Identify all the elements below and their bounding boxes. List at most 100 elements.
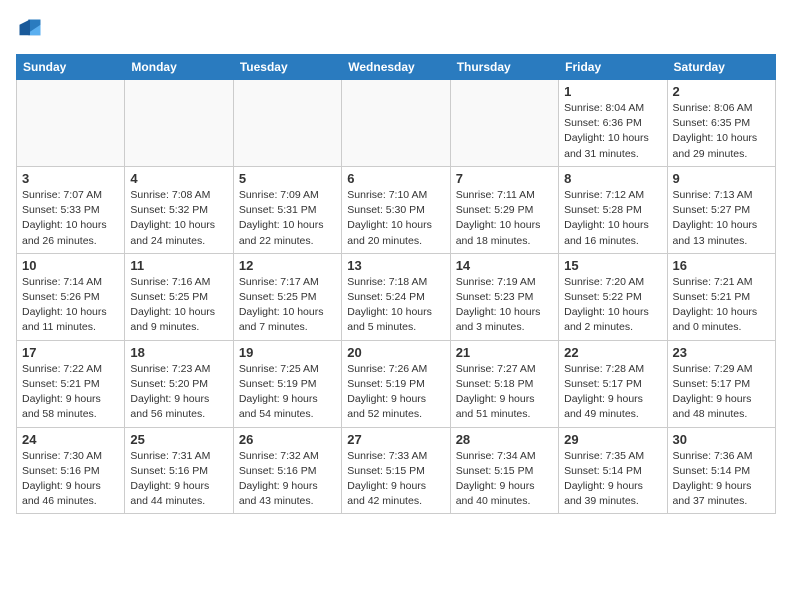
calendar-header: SundayMondayTuesdayWednesdayThursdayFrid… [17,55,776,80]
week-row-5: 24 Sunrise: 7:30 AMSunset: 5:16 PMDayligh… [17,427,776,514]
calendar-cell: 5 Sunrise: 7:09 AMSunset: 5:31 PMDaylight… [233,166,341,253]
day-number: 15 [564,258,661,273]
day-number: 13 [347,258,444,273]
calendar-cell: 25 Sunrise: 7:31 AMSunset: 5:16 PMDayligh… [125,427,233,514]
day-info: Sunrise: 7:12 AMSunset: 5:28 PMDaylight:… [564,188,661,249]
day-number: 28 [456,432,553,447]
calendar-cell: 28Sunrise: 7:34 AMSunset: 5:15 PMDayligh… [450,427,558,514]
day-number: 12 [239,258,336,273]
day-number: 2 [673,84,770,99]
day-number: 19 [239,345,336,360]
logo [16,16,48,44]
calendar-cell: 29 Sunrise: 7:35 AMSunset: 5:14 PMDayligh… [559,427,667,514]
day-number: 24 [22,432,119,447]
day-info: Sunrise: 7:21 AMSunset: 5:21 PMDaylight:… [673,275,770,336]
day-info: Sunrise: 7:31 AMSunset: 5:16 PMDaylight:… [130,449,227,510]
day-info: Sunrise: 7:14 AMSunset: 5:26 PMDaylight:… [22,275,119,336]
day-info: Sunrise: 7:08 AMSunset: 5:32 PMDaylight:… [130,188,227,249]
day-info: Sunrise: 7:19 AMSunset: 5:23 PMDaylight:… [456,275,553,336]
calendar-cell: 8 Sunrise: 7:12 AMSunset: 5:28 PMDaylight… [559,166,667,253]
day-info: Sunrise: 7:11 AMSunset: 5:29 PMDaylight:… [456,188,553,249]
day-info: Sunrise: 7:33 AMSunset: 5:15 PMDaylight:… [347,449,444,510]
day-info: Sunrise: 7:28 AMSunset: 5:17 PMDaylight:… [564,362,661,423]
day-info: Sunrise: 7:22 AMSunset: 5:21 PMDaylight:… [22,362,119,423]
day-header-wednesday: Wednesday [342,55,450,80]
day-number: 25 [130,432,227,447]
day-header-friday: Friday [559,55,667,80]
day-info: Sunrise: 7:23 AMSunset: 5:20 PMDaylight:… [130,362,227,423]
calendar-cell: 19 Sunrise: 7:25 AMSunset: 5:19 PMDayligh… [233,340,341,427]
calendar-cell: 16 Sunrise: 7:21 AMSunset: 5:21 PMDayligh… [667,253,775,340]
day-header-sunday: Sunday [17,55,125,80]
calendar-table: SundayMondayTuesdayWednesdayThursdayFrid… [16,54,776,514]
day-header-saturday: Saturday [667,55,775,80]
calendar-cell: 18 Sunrise: 7:23 AMSunset: 5:20 PMDayligh… [125,340,233,427]
calendar-cell [17,80,125,167]
day-number: 16 [673,258,770,273]
day-number: 29 [564,432,661,447]
day-info: Sunrise: 7:29 AMSunset: 5:17 PMDaylight:… [673,362,770,423]
calendar-cell: 15 Sunrise: 7:20 AMSunset: 5:22 PMDayligh… [559,253,667,340]
calendar-cell [233,80,341,167]
day-info: Sunrise: 7:25 AMSunset: 5:19 PMDaylight:… [239,362,336,423]
calendar-cell: 30 Sunrise: 7:36 AMSunset: 5:14 PMDayligh… [667,427,775,514]
day-info: Sunrise: 7:10 AMSunset: 5:30 PMDaylight:… [347,188,444,249]
calendar-cell [125,80,233,167]
calendar-cell: 23Sunrise: 7:29 AMSunset: 5:17 PMDayligh… [667,340,775,427]
day-info: Sunrise: 7:26 AMSunset: 5:19 PMDaylight:… [347,362,444,423]
calendar-cell: 11 Sunrise: 7:16 AMSunset: 5:25 PMDayligh… [125,253,233,340]
calendar-cell: 6 Sunrise: 7:10 AMSunset: 5:30 PMDaylight… [342,166,450,253]
day-number: 27 [347,432,444,447]
page-header [16,16,776,44]
calendar-cell: 20 Sunrise: 7:26 AMSunset: 5:19 PMDayligh… [342,340,450,427]
day-number: 20 [347,345,444,360]
day-info: Sunrise: 7:27 AMSunset: 5:18 PMDaylight:… [456,362,553,423]
week-row-2: 3Sunrise: 7:07 AMSunset: 5:33 PMDaylight… [17,166,776,253]
day-info: Sunrise: 7:17 AMSunset: 5:25 PMDaylight:… [239,275,336,336]
calendar-cell: 14 Sunrise: 7:19 AMSunset: 5:23 PMDayligh… [450,253,558,340]
day-number: 4 [130,171,227,186]
day-info: Sunrise: 8:04 AMSunset: 6:36 PMDaylight:… [564,101,661,162]
calendar-cell: 1 Sunrise: 8:04 AMSunset: 6:36 PMDaylight… [559,80,667,167]
calendar-cell: 4 Sunrise: 7:08 AMSunset: 5:32 PMDaylight… [125,166,233,253]
day-number: 18 [130,345,227,360]
day-number: 11 [130,258,227,273]
calendar-cell: 21Sunrise: 7:27 AMSunset: 5:18 PMDayligh… [450,340,558,427]
calendar-cell: 9Sunrise: 7:13 AMSunset: 5:27 PMDaylight… [667,166,775,253]
day-number: 6 [347,171,444,186]
day-number: 17 [22,345,119,360]
day-number: 26 [239,432,336,447]
day-number: 3 [22,171,119,186]
day-info: Sunrise: 7:35 AMSunset: 5:14 PMDaylight:… [564,449,661,510]
day-info: Sunrise: 7:32 AMSunset: 5:16 PMDaylight:… [239,449,336,510]
calendar-cell [450,80,558,167]
day-number: 7 [456,171,553,186]
day-info: Sunrise: 7:16 AMSunset: 5:25 PMDaylight:… [130,275,227,336]
calendar-cell: 13 Sunrise: 7:18 AMSunset: 5:24 PMDayligh… [342,253,450,340]
day-number: 8 [564,171,661,186]
day-number: 5 [239,171,336,186]
day-info: Sunrise: 7:13 AMSunset: 5:27 PMDaylight:… [673,188,770,249]
day-info: Sunrise: 7:20 AMSunset: 5:22 PMDaylight:… [564,275,661,336]
day-info: Sunrise: 7:18 AMSunset: 5:24 PMDaylight:… [347,275,444,336]
day-number: 30 [673,432,770,447]
day-number: 14 [456,258,553,273]
calendar-cell: 17 Sunrise: 7:22 AMSunset: 5:21 PMDayligh… [17,340,125,427]
day-info: Sunrise: 8:06 AMSunset: 6:35 PMDaylight:… [673,101,770,162]
calendar-cell: 7 Sunrise: 7:11 AMSunset: 5:29 PMDaylight… [450,166,558,253]
day-info: Sunrise: 7:36 AMSunset: 5:14 PMDaylight:… [673,449,770,510]
day-number: 1 [564,84,661,99]
day-header-monday: Monday [125,55,233,80]
calendar-cell: 3Sunrise: 7:07 AMSunset: 5:33 PMDaylight… [17,166,125,253]
calendar-cell [342,80,450,167]
calendar-cell: 12 Sunrise: 7:17 AMSunset: 5:25 PMDayligh… [233,253,341,340]
day-header-tuesday: Tuesday [233,55,341,80]
week-row-3: 10Sunrise: 7:14 AMSunset: 5:26 PMDayligh… [17,253,776,340]
week-row-4: 17 Sunrise: 7:22 AMSunset: 5:21 PMDayligh… [17,340,776,427]
day-info: Sunrise: 7:09 AMSunset: 5:31 PMDaylight:… [239,188,336,249]
calendar-cell: 24 Sunrise: 7:30 AMSunset: 5:16 PMDayligh… [17,427,125,514]
calendar-cell: 26 Sunrise: 7:32 AMSunset: 5:16 PMDayligh… [233,427,341,514]
day-number: 22 [564,345,661,360]
week-row-1: 1 Sunrise: 8:04 AMSunset: 6:36 PMDaylight… [17,80,776,167]
day-info: Sunrise: 7:30 AMSunset: 5:16 PMDaylight:… [22,449,119,510]
